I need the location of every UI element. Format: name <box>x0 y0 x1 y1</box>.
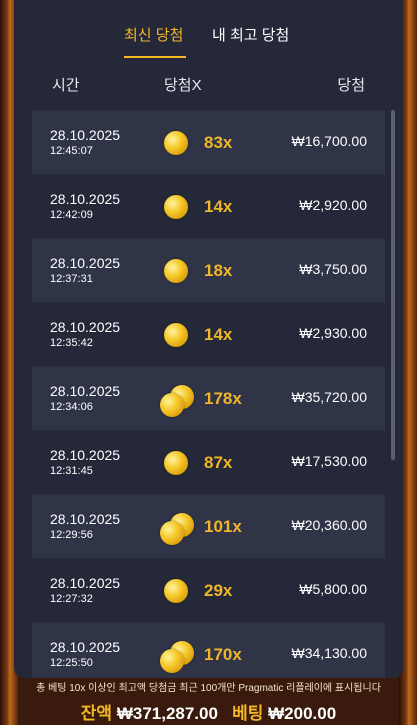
row-date: 28.10.2025 <box>50 639 121 655</box>
row-date: 28.10.2025 <box>50 447 121 463</box>
gold-coin-icon <box>162 257 194 289</box>
gold-coins-icon <box>160 513 194 545</box>
row-date: 28.10.2025 <box>50 127 121 143</box>
gold-coin-icon <box>162 449 194 481</box>
row-amount: ₩34,130.00 <box>291 645 368 661</box>
header-time: 시간 <box>52 77 80 94</box>
row-date: 28.10.2025 <box>50 511 121 527</box>
row-multiplier: 14x <box>204 197 233 216</box>
row-date: 28.10.2025 <box>50 255 121 271</box>
table-row: 28.10.2025 12:25:50 170x ₩34,130.00 <box>32 622 385 678</box>
row-multiplier: 170x <box>204 645 242 664</box>
tab-latest-wins[interactable]: 최신 당첨 <box>124 24 183 45</box>
row-date: 28.10.2025 <box>50 319 121 335</box>
row-time: 12:34:06 <box>50 401 93 413</box>
balance-bar: 잔액 ₩371,287.00 베팅 ₩200.00 <box>0 699 417 725</box>
gold-coin-icon <box>162 577 194 609</box>
header-win: 당첨 <box>337 77 365 94</box>
row-date: 28.10.2025 <box>50 575 121 591</box>
table-header: 시간 당첨X 당첨 <box>14 58 403 108</box>
row-amount: ₩2,930.00 <box>299 325 367 341</box>
table-row: 28.10.2025 12:37:31 18x ₩3,750.00 <box>32 238 385 302</box>
row-amount: ₩20,360.00 <box>291 517 368 533</box>
row-multiplier: 29x <box>204 581 233 600</box>
wins-list[interactable]: 28.10.2025 12:45:07 83x ₩16,700.00 28.10.202… <box>32 110 385 678</box>
gold-coin-icon <box>162 321 194 353</box>
gold-coin-icon <box>162 193 194 225</box>
gold-coins-icon <box>160 385 194 417</box>
row-amount: ₩2,920.00 <box>299 197 367 213</box>
bet-value: ₩200.00 <box>268 704 337 723</box>
row-time: 12:42:09 <box>50 209 93 221</box>
row-multiplier: 178x <box>204 389 242 408</box>
row-multiplier: 101x <box>204 517 242 536</box>
balance-value: ₩371,287.00 <box>116 704 218 723</box>
table-row: 28.10.2025 12:42:09 14x ₩2,920.00 <box>32 174 385 238</box>
table-row: 28.10.2025 12:27:32 29x ₩5,800.00 <box>32 558 385 622</box>
row-amount: ₩17,530.00 <box>291 453 368 469</box>
row-date: 28.10.2025 <box>50 191 121 207</box>
gold-coin-icon <box>162 129 194 161</box>
row-multiplier: 83x <box>204 133 233 152</box>
header-multiplier: 당첨X <box>164 77 202 94</box>
table-row: 28.10.2025 12:45:07 83x ₩16,700.00 <box>32 110 385 174</box>
gold-coins-icon <box>160 641 194 673</box>
row-time: 12:25:50 <box>50 657 93 669</box>
tab-my-best-wins[interactable]: 내 최고 당첨 <box>212 24 289 45</box>
row-amount: ₩3,750.00 <box>299 261 367 277</box>
balance-label: 잔액 <box>80 704 113 723</box>
row-amount: ₩35,720.00 <box>291 389 368 405</box>
row-time: 12:45:07 <box>50 145 93 157</box>
footer-note: 총 베팅 10x 이상인 최고액 당첨금 최근 100개만 Pragmatic … <box>36 683 381 694</box>
row-multiplier: 87x <box>204 453 233 472</box>
scrollbar[interactable] <box>391 110 395 460</box>
row-amount: ₩16,700.00 <box>291 133 368 149</box>
tab-bar: 최신 당첨 내 최고 당첨 <box>14 0 403 58</box>
row-amount: ₩5,800.00 <box>299 581 367 597</box>
table-row: 28.10.2025 12:35:42 14x ₩2,930.00 <box>32 302 385 366</box>
row-date: 28.10.2025 <box>50 383 121 399</box>
table-row: 28.10.2025 12:29:56 101x ₩20,360.00 <box>32 494 385 558</box>
table-row: 28.10.2025 12:34:06 178x ₩35,720.00 <box>32 366 385 430</box>
bet-label: 베팅 <box>232 704 264 723</box>
recent-wins-panel: 최신 당첨 내 최고 당첨 시간 당첨X 당첨 28.10.2025 12:45:… <box>14 0 403 678</box>
row-time: 12:37:31 <box>50 273 93 285</box>
row-time: 12:27:32 <box>50 593 93 605</box>
row-multiplier: 14x <box>204 325 233 344</box>
table-row: 28.10.2025 12:31:45 87x ₩17,530.00 <box>32 430 385 494</box>
row-time: 12:29:56 <box>50 529 93 541</box>
row-multiplier: 18x <box>204 261 233 280</box>
row-time: 12:35:42 <box>50 337 93 349</box>
row-time: 12:31:45 <box>50 465 93 477</box>
